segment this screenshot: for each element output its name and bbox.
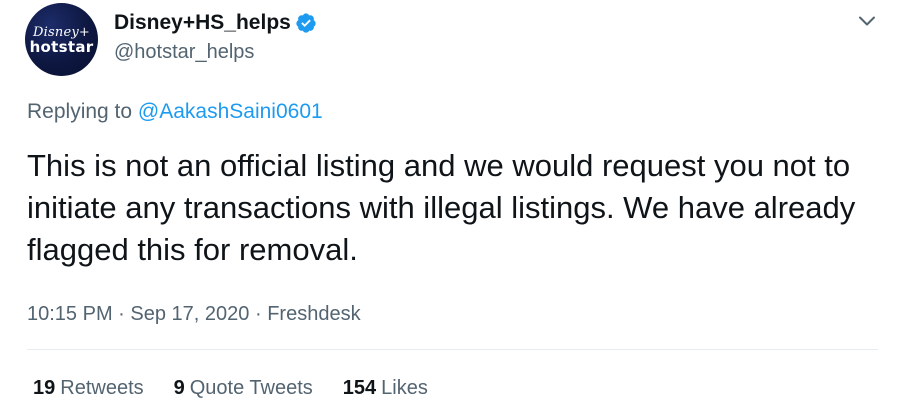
author-name-row[interactable]: Disney+HS_helps (114, 9, 317, 37)
tweet-text: This is not an official listing and we w… (27, 148, 856, 267)
tweet-stats: 19 Retweets 9 Quote Tweets 154 Likes (33, 374, 458, 402)
avatar-logo-line1: Disney+ (33, 24, 90, 40)
retweets-label: Retweets (60, 377, 144, 399)
author-handle[interactable]: @hotstar_helps (114, 38, 254, 66)
meta-separator: · (118, 303, 125, 325)
tweet-date[interactable]: Sep 17, 2020 (130, 303, 249, 325)
avatar[interactable]: Disney+ hotstar (25, 3, 98, 76)
quote-tweets-label: Quote Tweets (189, 377, 313, 399)
replying-to: Replying to @AakashSaini0601 (27, 98, 323, 126)
tweet-source[interactable]: Freshdesk (267, 303, 360, 325)
likes-stat[interactable]: 154 Likes (343, 374, 428, 402)
likes-count: 154 (342, 377, 377, 399)
retweets-count: 19 (33, 377, 56, 399)
tweet-card: Disney+ hotstar Disney+HS_helps @hotstar… (0, 0, 901, 410)
tweet-meta: 10:15 PM · Sep 17, 2020 · Freshdesk (27, 300, 361, 328)
chevron-down-icon[interactable] (855, 9, 879, 33)
reply-mention-link[interactable]: @AakashSaini0601 (138, 100, 323, 123)
meta-separator: · (254, 303, 262, 325)
verified-badge-icon (295, 12, 317, 34)
replying-to-prefix: Replying to (27, 100, 133, 123)
quote-tweets-count: 9 (173, 377, 185, 399)
display-name[interactable]: Disney+HS_helps (114, 9, 291, 37)
divider (27, 349, 878, 350)
retweets-stat[interactable]: 19 Retweets (33, 374, 144, 402)
quote-tweets-stat[interactable]: 9 Quote Tweets (174, 374, 313, 402)
likes-label: Likes (381, 377, 428, 399)
avatar-logo-line2: hotstar (29, 37, 94, 56)
tweet-time[interactable]: 10:15 PM (27, 303, 113, 325)
